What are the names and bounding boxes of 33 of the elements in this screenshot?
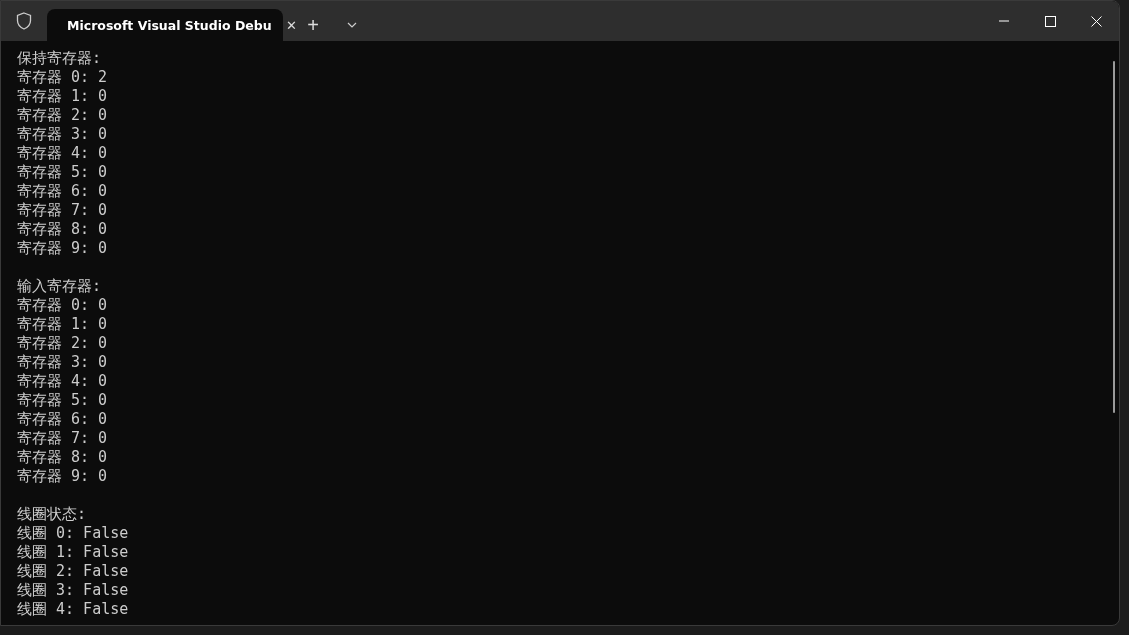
console-line: 寄存器 0: 2 <box>17 68 109 87</box>
section-heading: 输入寄存器: <box>17 277 103 296</box>
console-line: 寄存器 4: 0 <box>17 144 109 163</box>
console-line: 寄存器 8: 0 <box>17 220 109 239</box>
console-line: 寄存器 2: 0 <box>17 106 109 125</box>
scrollbar-thumb[interactable] <box>1113 61 1115 413</box>
console-line: 寄存器 2: 0 <box>17 334 109 353</box>
console-line: 线圈 2: False <box>17 562 130 581</box>
tab-title: Microsoft Visual Studio Debu <box>67 17 272 33</box>
console-line: 线圈 1: False <box>17 543 130 562</box>
close-icon <box>1090 15 1102 27</box>
console-line: 寄存器 3: 0 <box>17 125 109 144</box>
maximize-icon <box>1044 15 1056 27</box>
section-heading: 保持寄存器: <box>17 49 103 68</box>
console-line: 寄存器 7: 0 <box>17 201 109 220</box>
console-line: 寄存器 1: 0 <box>17 87 109 106</box>
console-line: 寄存器 1: 0 <box>17 315 109 334</box>
console-line: 线圈 3: False <box>17 581 130 600</box>
console-line: 寄存器 3: 0 <box>17 353 109 372</box>
console-line: 寄存器 7: 0 <box>17 429 109 448</box>
console-line: 寄存器 9: 0 <box>17 239 109 258</box>
console-line: 寄存器 4: 0 <box>17 372 109 391</box>
console-line: 线圈 4: False <box>17 600 130 619</box>
console-line: 线圈 0: False <box>17 524 130 543</box>
console-line: 寄存器 8: 0 <box>17 448 109 467</box>
console-line: 寄存器 5: 0 <box>17 163 109 182</box>
console-line: 寄存器 5: 0 <box>17 391 109 410</box>
console-line: 寄存器 9: 0 <box>17 467 109 486</box>
minimize-icon <box>999 20 1009 22</box>
section-heading: 线圈状态: <box>17 505 88 524</box>
console-line: 寄存器 0: 0 <box>17 296 109 315</box>
console-line: 寄存器 6: 0 <box>17 410 109 429</box>
console-line: 寄存器 6: 0 <box>17 182 109 201</box>
